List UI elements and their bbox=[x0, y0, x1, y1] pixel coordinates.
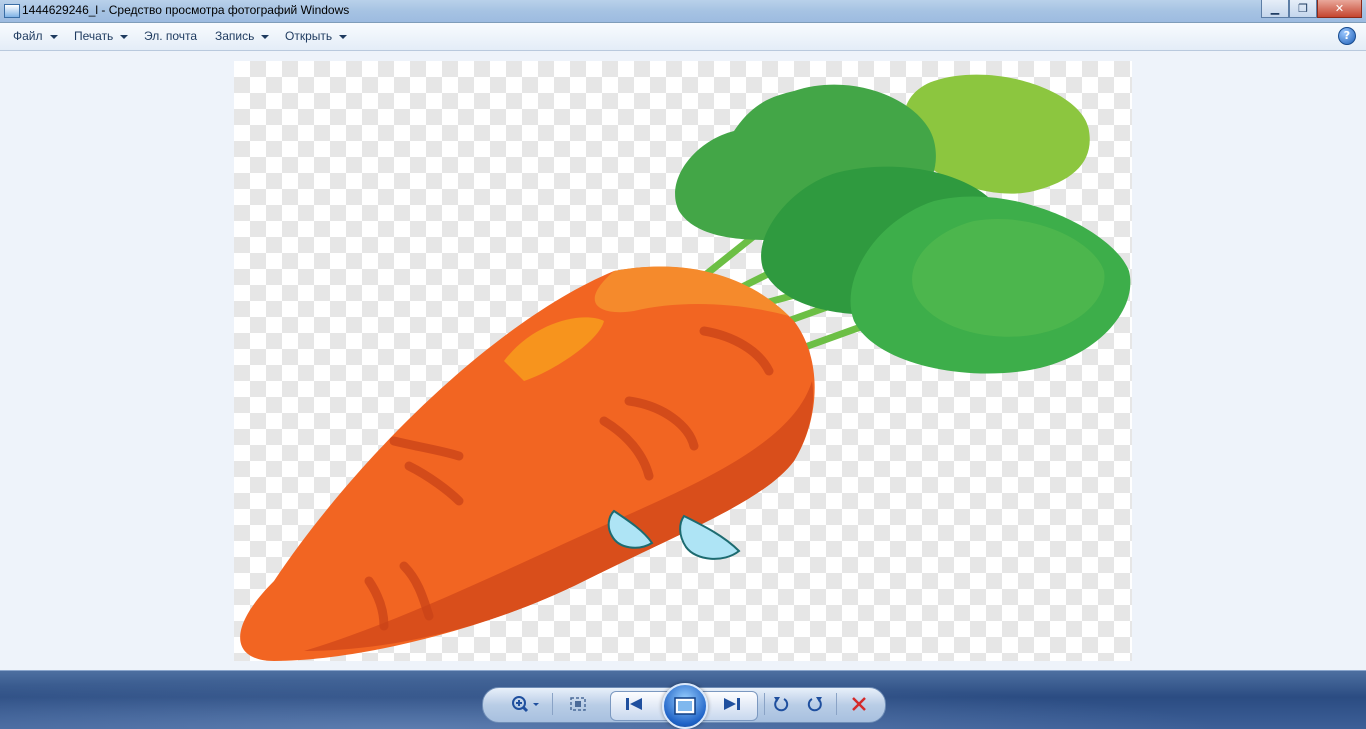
menu-open[interactable]: Открыть bbox=[285, 29, 348, 43]
zoom-icon bbox=[512, 696, 539, 713]
title-bar: 1444629246_l - Средство просмотра фотогр… bbox=[0, 0, 1366, 23]
actual-size-icon bbox=[570, 697, 586, 711]
previous-icon bbox=[626, 698, 642, 710]
help-icon[interactable]: ? bbox=[1338, 27, 1356, 45]
rotate-left-icon bbox=[774, 697, 789, 712]
carrot-image bbox=[240, 74, 1131, 661]
slideshow-icon bbox=[674, 697, 696, 715]
chevron-down-icon bbox=[49, 34, 58, 39]
minimize-button[interactable]: ▁ bbox=[1261, 0, 1289, 18]
previous-button[interactable] bbox=[620, 693, 648, 715]
actual-size-button[interactable] bbox=[566, 693, 590, 715]
menu-print[interactable]: Печать bbox=[74, 29, 129, 43]
menu-email[interactable]: Эл. почта bbox=[144, 29, 197, 43]
next-icon bbox=[724, 698, 740, 710]
menu-file-label: Файл bbox=[13, 29, 43, 43]
window-title: 1444629246_l - Средство просмотра фотогр… bbox=[22, 3, 350, 17]
maximize-button[interactable]: ❐ bbox=[1289, 0, 1317, 18]
menu-burn[interactable]: Запись bbox=[215, 29, 270, 43]
close-button[interactable]: ✕ bbox=[1317, 0, 1362, 18]
zoom-button[interactable] bbox=[508, 693, 540, 715]
control-bar bbox=[0, 670, 1366, 729]
delete-icon bbox=[852, 697, 866, 711]
chevron-down-icon bbox=[339, 34, 348, 39]
delete-button[interactable] bbox=[848, 693, 870, 715]
menu-email-label: Эл. почта bbox=[144, 29, 198, 43]
menu-print-label: Печать bbox=[74, 29, 114, 43]
menu-open-label: Открыть bbox=[285, 29, 333, 43]
menu-bar: Файл Печать Эл. почта Запись Открыть ? bbox=[0, 23, 1366, 51]
photo-viewer-icon bbox=[4, 4, 20, 18]
next-button[interactable] bbox=[718, 693, 746, 715]
menu-burn-label: Запись bbox=[215, 29, 255, 43]
image-viewer bbox=[0, 51, 1366, 670]
menu-file[interactable]: Файл bbox=[13, 29, 58, 43]
rotate-right-button[interactable] bbox=[804, 693, 826, 715]
rotate-left-button[interactable] bbox=[770, 693, 792, 715]
photo-canvas[interactable] bbox=[234, 61, 1132, 661]
window-controls: ▁ ❐ ✕ bbox=[1261, 0, 1362, 18]
chevron-down-icon bbox=[261, 34, 270, 39]
chevron-down-icon bbox=[120, 34, 129, 39]
slideshow-button[interactable] bbox=[662, 683, 708, 729]
rotate-right-icon bbox=[807, 697, 822, 712]
